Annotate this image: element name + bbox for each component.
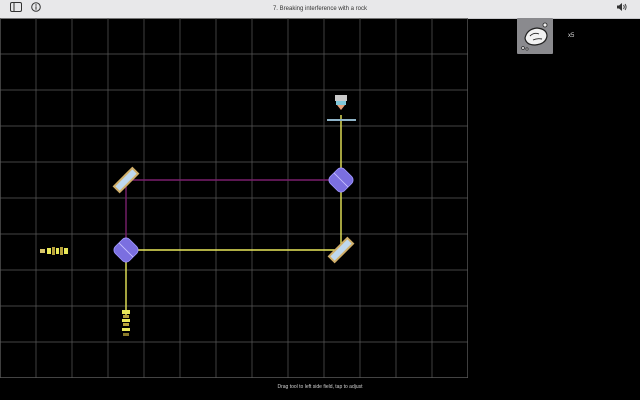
instruction-text: Drag tool to left side field, tap to adj… <box>277 384 363 390</box>
speaker-icon[interactable] <box>614 2 630 16</box>
sidebar-icon-glyph <box>10 2 22 12</box>
game-board[interactable] <box>0 18 468 378</box>
board-grid <box>0 18 468 378</box>
beam-paths <box>125 115 342 318</box>
detector-left[interactable] <box>40 247 68 255</box>
rock-tool-count: x5 <box>568 33 575 39</box>
info-icon[interactable] <box>28 2 44 16</box>
beam-splitter-2[interactable] <box>327 166 355 194</box>
sidebar-icon[interactable] <box>8 2 24 16</box>
info-icon-glyph <box>31 2 41 12</box>
photon-source[interactable] <box>122 310 130 336</box>
rock-icon <box>521 22 548 51</box>
title-bar: 7. Breaking interference with a rock <box>0 0 640 19</box>
rock-tool[interactable] <box>517 18 553 54</box>
speaker-icon-glyph <box>617 3 627 11</box>
beam-splitter-1[interactable] <box>112 236 140 264</box>
window-title: 7. Breaking interference with a rock <box>272 6 368 12</box>
